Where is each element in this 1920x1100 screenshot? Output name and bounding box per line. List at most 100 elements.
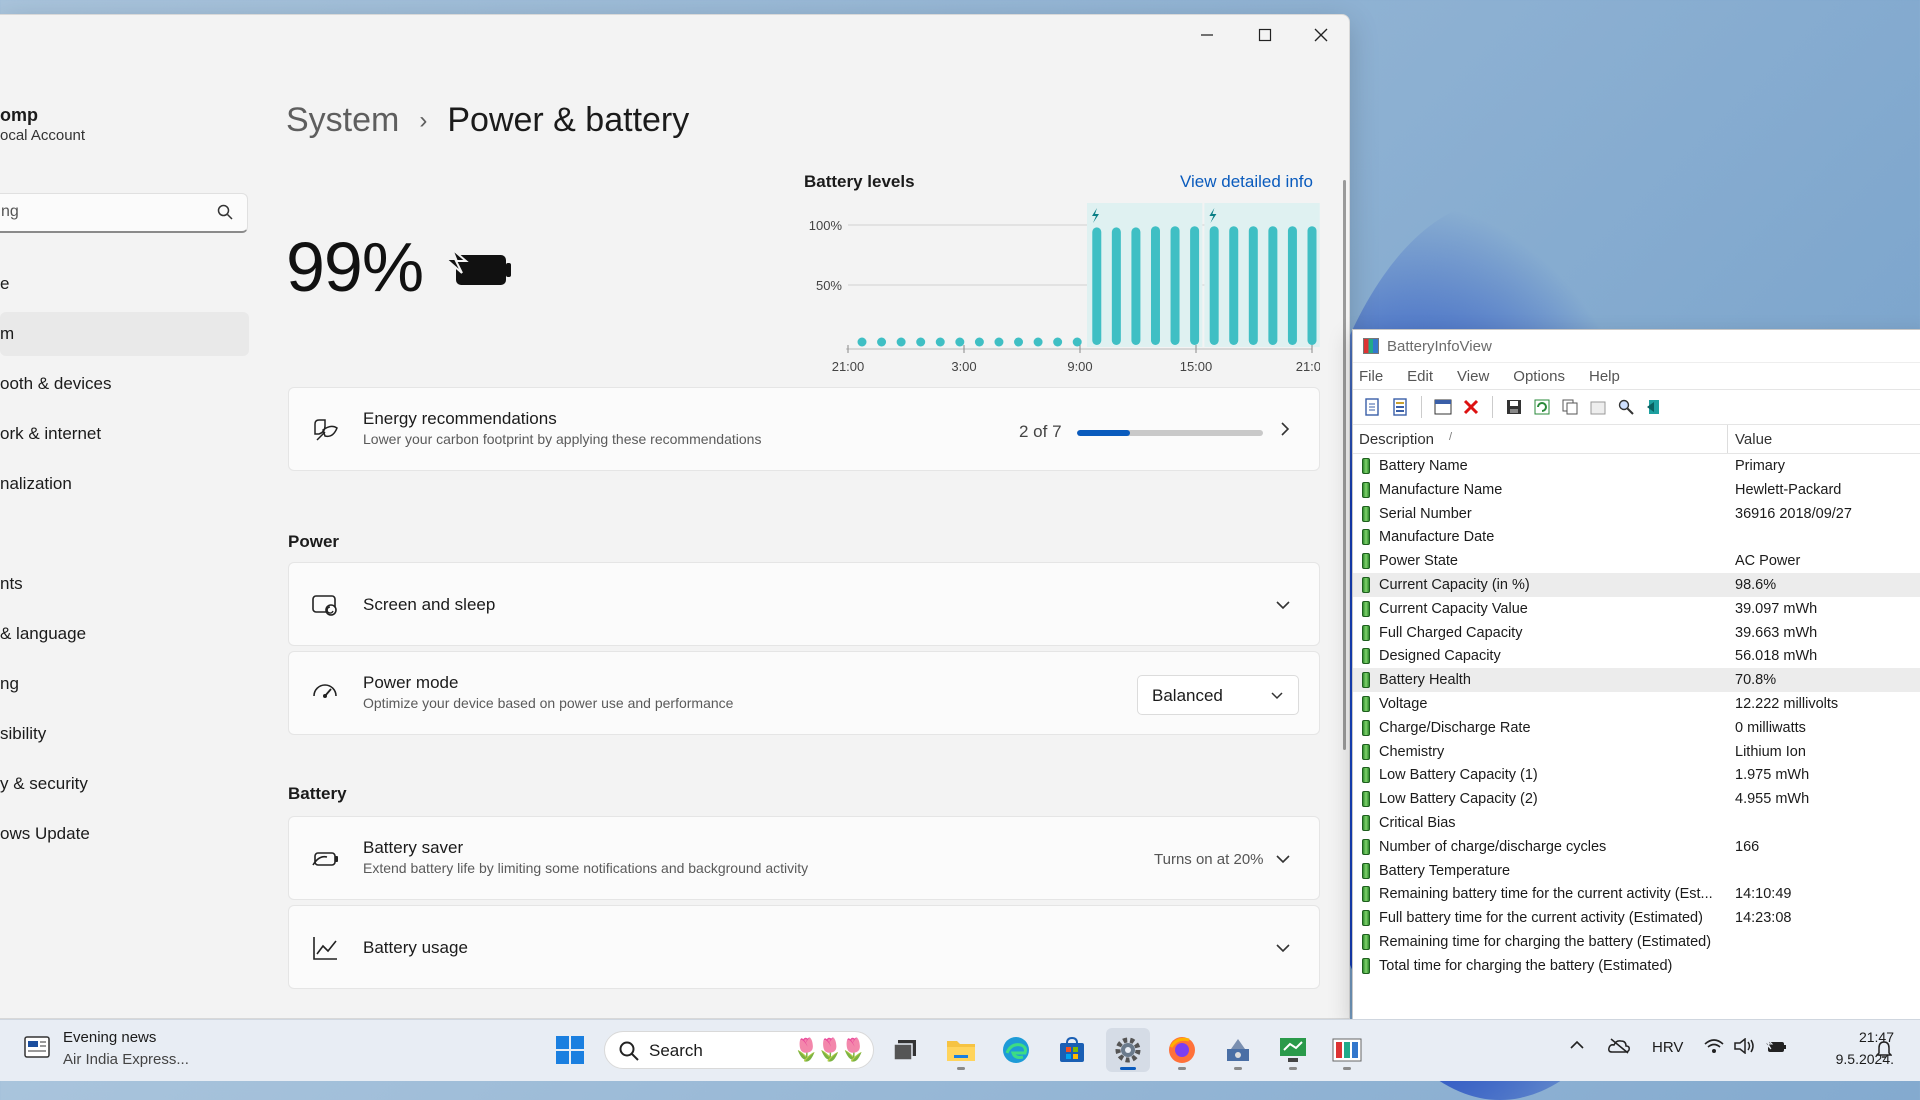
close-button[interactable] bbox=[1292, 15, 1349, 55]
table-row[interactable]: Manufacture Date bbox=[1353, 525, 1920, 549]
sidebar-item-windows-update[interactable]: ows Update bbox=[0, 812, 249, 856]
table-row[interactable]: Charge/Discharge Rate 0 milliwatts bbox=[1353, 716, 1920, 740]
sidebar-item-personalization[interactable]: nalization bbox=[0, 462, 249, 506]
settings-app-button[interactable] bbox=[1106, 1028, 1150, 1072]
row-description: Current Capacity Value bbox=[1379, 600, 1528, 617]
battery-usage-card[interactable]: Battery usage bbox=[288, 905, 1320, 989]
news-title[interactable]: Evening news bbox=[63, 1029, 156, 1046]
sidebar-item-gaming[interactable]: ng bbox=[0, 662, 249, 706]
battery-saver-icon bbox=[311, 845, 339, 878]
sidebar-item-time-language[interactable]: & language bbox=[0, 612, 249, 656]
sidebar-item-label: ooth & devices bbox=[0, 374, 112, 393]
row-value: 70.8% bbox=[1735, 672, 1777, 689]
file-explorer-button[interactable] bbox=[939, 1028, 983, 1072]
menu-file[interactable]: File bbox=[1359, 368, 1383, 385]
battery-tray-icon[interactable] bbox=[1763, 1038, 1788, 1058]
menu-help[interactable]: Help bbox=[1589, 368, 1620, 385]
table-row[interactable]: Serial Number 36916 2018/09/27 bbox=[1353, 502, 1920, 526]
sidebar-item-system[interactable]: m bbox=[0, 312, 249, 356]
battery-log-mode-icon[interactable] bbox=[1389, 396, 1411, 418]
minimize-button[interactable] bbox=[1178, 15, 1236, 55]
table-row[interactable]: Remaining time for charging the battery … bbox=[1353, 930, 1920, 954]
table-row[interactable]: Full Charged Capacity 39.663 mWh bbox=[1353, 621, 1920, 645]
save-icon[interactable] bbox=[1503, 396, 1525, 418]
taskbar-search[interactable]: Search 🌷🌷🌷 bbox=[604, 1031, 874, 1069]
edge-button[interactable] bbox=[994, 1028, 1038, 1072]
chevron-up-icon[interactable] bbox=[1569, 1038, 1585, 1055]
breadcrumb-parent[interactable]: System bbox=[286, 101, 399, 140]
menu-edit[interactable]: Edit bbox=[1407, 368, 1433, 385]
table-row[interactable]: Low Battery Capacity (1) 1.975 mWh bbox=[1353, 763, 1920, 787]
onedrive-offline-icon[interactable] bbox=[1608, 1038, 1630, 1058]
table-row[interactable]: Current Capacity (in %) 98.6% bbox=[1353, 572, 1920, 597]
notification-bell-icon[interactable] bbox=[1875, 1040, 1893, 1063]
task-view-button[interactable] bbox=[883, 1028, 927, 1072]
news-widget-icon[interactable] bbox=[24, 1034, 54, 1065]
view-detailed-info-link[interactable]: View detailed info bbox=[1180, 172, 1313, 192]
app-button-pc-manager[interactable] bbox=[1271, 1028, 1315, 1072]
chevron-down-icon bbox=[1275, 598, 1291, 616]
sidebar-item-privacy-security[interactable]: y & security bbox=[0, 762, 249, 806]
table-row[interactable]: Low Battery Capacity (2) 4.955 mWh bbox=[1353, 787, 1920, 811]
maximize-button[interactable] bbox=[1236, 15, 1294, 55]
html-report-icon[interactable] bbox=[1587, 396, 1609, 418]
sidebar-item-accessibility[interactable]: sibility bbox=[0, 712, 249, 756]
firefox-button[interactable] bbox=[1160, 1028, 1204, 1072]
table-row[interactable]: Total time for charging the battery (Est… bbox=[1353, 954, 1920, 978]
sidebar-item-network[interactable]: ork & internet bbox=[0, 412, 249, 456]
menu-view[interactable]: View bbox=[1457, 368, 1489, 385]
table-row[interactable]: Current Capacity Value 39.097 mWh bbox=[1353, 597, 1920, 621]
table-row[interactable]: Manufacture Name Hewlett-Packard bbox=[1353, 478, 1920, 502]
battery-icon bbox=[1362, 862, 1370, 879]
table-row[interactable]: Battery Temperature bbox=[1353, 859, 1920, 883]
table-row[interactable]: Remaining battery time for the current a… bbox=[1353, 882, 1920, 906]
exit-icon[interactable] bbox=[1643, 396, 1665, 418]
delete-icon[interactable] bbox=[1460, 396, 1482, 418]
sidebar-item-accounts[interactable]: nts bbox=[0, 562, 249, 606]
news-subtitle[interactable]: Air India Express... bbox=[63, 1051, 189, 1068]
settings-search-input[interactable]: ng bbox=[0, 193, 248, 233]
table-row[interactable]: Number of charge/discharge cycles 166 bbox=[1353, 835, 1920, 859]
settings-scrollbar[interactable] bbox=[1343, 180, 1346, 750]
store-icon bbox=[1060, 1036, 1084, 1062]
sidebar-item-home[interactable]: e bbox=[0, 262, 249, 306]
table-row[interactable]: Voltage 12.222 millivolts bbox=[1353, 692, 1920, 716]
store-button[interactable] bbox=[1050, 1028, 1094, 1072]
sidebar-item-apps[interactable] bbox=[0, 512, 249, 556]
column-divider[interactable] bbox=[1727, 425, 1728, 453]
table-row[interactable]: Battery Health 70.8% bbox=[1353, 668, 1920, 692]
energy-recommendations-card[interactable]: Energy recommendations Lower your carbon… bbox=[288, 387, 1320, 471]
properties-icon[interactable] bbox=[1432, 396, 1454, 418]
battery-icon bbox=[1362, 529, 1370, 546]
table-row[interactable]: Chemistry Lithium Ion bbox=[1353, 740, 1920, 764]
table-row[interactable]: Critical Bias bbox=[1353, 811, 1920, 835]
language-indicator[interactable]: HRV bbox=[1652, 1039, 1683, 1056]
table-row[interactable]: Power State AC Power bbox=[1353, 549, 1920, 573]
column-description[interactable]: Description bbox=[1359, 431, 1434, 448]
sidebar-item-bluetooth[interactable]: ooth & devices bbox=[0, 362, 249, 406]
find-icon[interactable] bbox=[1615, 396, 1637, 418]
row-value: Hewlett-Packard bbox=[1735, 481, 1842, 498]
power-mode-icon bbox=[311, 680, 339, 713]
table-row[interactable]: Full battery time for the current activi… bbox=[1353, 906, 1920, 930]
menu-options[interactable]: Options bbox=[1513, 368, 1565, 385]
wifi-icon[interactable] bbox=[1704, 1038, 1724, 1058]
battery-level-bar bbox=[1287, 226, 1297, 345]
table-row[interactable]: Designed Capacity 56.018 mWh bbox=[1353, 644, 1920, 668]
battery-saver-card[interactable]: Battery saver Extend battery life by lim… bbox=[288, 816, 1320, 900]
app-button-tools[interactable] bbox=[1216, 1028, 1260, 1072]
volume-icon[interactable] bbox=[1734, 1037, 1756, 1058]
table-row[interactable]: Battery Name Primary bbox=[1353, 454, 1920, 478]
row-description: Low Battery Capacity (2) bbox=[1379, 791, 1538, 808]
start-button[interactable] bbox=[548, 1028, 592, 1072]
battery-info-mode-icon[interactable] bbox=[1361, 396, 1383, 418]
row-value: 1.975 mWh bbox=[1735, 767, 1810, 784]
battery-level-dot bbox=[1033, 337, 1043, 347]
screen-and-sleep-card[interactable]: Screen and sleep bbox=[288, 562, 1320, 646]
refresh-icon[interactable] bbox=[1531, 396, 1553, 418]
batteryinfoview-taskbar-button[interactable] bbox=[1325, 1028, 1369, 1072]
column-value[interactable]: Value bbox=[1735, 431, 1772, 448]
app-icon bbox=[1363, 338, 1379, 354]
power-mode-dropdown[interactable]: Balanced bbox=[1137, 675, 1299, 715]
copy-icon[interactable] bbox=[1559, 396, 1581, 418]
